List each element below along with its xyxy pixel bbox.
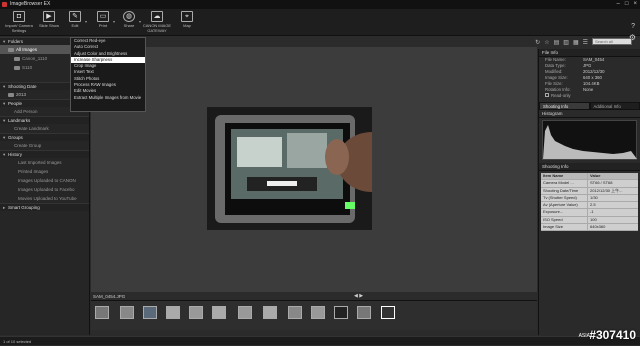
history-item[interactable]: Movies Uploaded to YouTube bbox=[0, 194, 89, 203]
list-view-icon[interactable]: ☰ bbox=[583, 39, 588, 46]
filter-icon[interactable]: ▤ bbox=[554, 39, 560, 46]
thumbnail[interactable] bbox=[288, 306, 302, 319]
camera-photo-illustration bbox=[207, 107, 372, 230]
thumbnail[interactable] bbox=[334, 306, 348, 319]
table-header: Item NameValue bbox=[541, 173, 638, 180]
help-icon[interactable]: ? bbox=[631, 23, 635, 30]
share-icon: ◍ bbox=[123, 11, 135, 22]
view-tools: ↻ ☆ ▤ ▥ ▦ ☰ bbox=[535, 39, 588, 46]
thumbnail-selected[interactable] bbox=[381, 306, 395, 319]
section-history[interactable]: ▾History bbox=[0, 150, 89, 158]
title-bar: ImageBrowser EX – □ × bbox=[0, 0, 640, 9]
histogram-graph bbox=[543, 121, 637, 159]
grid-view-icon[interactable]: ▦ bbox=[573, 39, 579, 46]
history-item[interactable]: Last Imported Images bbox=[0, 158, 89, 167]
thumbnail[interactable] bbox=[189, 306, 203, 319]
tab-shooting-info[interactable]: Shooting Info bbox=[539, 102, 590, 110]
main-toolbar: ◘Import/ Camera Settings ▶Slide Show ✎▾E… bbox=[0, 9, 640, 36]
edit-button[interactable]: ✎▾Edit bbox=[60, 11, 90, 28]
table-row: Exposure...-1 bbox=[541, 209, 638, 216]
tab-additional-info[interactable]: Additional Info bbox=[590, 102, 640, 110]
chevron-down-icon: ▾ bbox=[85, 19, 87, 24]
info-tabs: Shooting Info Additional Info bbox=[539, 102, 640, 110]
info-panel: File Info File Name:SAM_0454 Data Type:J… bbox=[538, 49, 640, 335]
slideshow-icon: ▶ bbox=[43, 11, 55, 22]
history-item[interactable]: Images Uploaded to CANON bbox=[0, 176, 89, 185]
edit-icon: ✎ bbox=[69, 11, 81, 22]
current-filename: SAM_0454.JPG bbox=[93, 294, 125, 299]
watermark: #307410 bbox=[589, 328, 636, 342]
thumbnail[interactable] bbox=[143, 306, 157, 319]
shooting-info-title: Shooting Info bbox=[539, 163, 640, 171]
nav-arrows: ◀ ▶ bbox=[354, 293, 363, 299]
shooting-info-table: Item NameValue Camera Model ...ST66 / ST… bbox=[541, 173, 638, 231]
preview-image[interactable] bbox=[207, 107, 372, 230]
print-icon: ▭ bbox=[97, 11, 109, 22]
folder-icon bbox=[8, 48, 14, 52]
table-row: Shooting Date/Time2012/12/30 上午... bbox=[541, 188, 638, 195]
create-group-button[interactable]: Create Group bbox=[0, 141, 89, 150]
file-info-title: File Info bbox=[539, 49, 640, 57]
table-row: Image Size640x360 bbox=[541, 224, 638, 231]
read-only-checkbox[interactable]: Read-only bbox=[539, 93, 640, 99]
canon-image-gateway-button[interactable]: ☁CANON iMAGE GATEWAY bbox=[142, 11, 172, 33]
histogram bbox=[542, 120, 637, 160]
trash-icon[interactable]: ▥ bbox=[563, 39, 569, 46]
app-icon bbox=[2, 2, 7, 7]
star-icon[interactable]: ☆ bbox=[544, 39, 549, 46]
section-landmarks[interactable]: ▾Landmarks bbox=[0, 116, 89, 124]
close-button[interactable]: × bbox=[633, 0, 637, 9]
table-row: Av (Aperture Value)2.5 bbox=[541, 202, 638, 209]
table-row: Tv (Shutter Speed)1/30 bbox=[541, 195, 638, 202]
rotate-icon[interactable]: ↻ bbox=[535, 39, 540, 46]
share-button[interactable]: ◍▾Share bbox=[114, 11, 144, 28]
status-bar: 1 of 10 selected bbox=[0, 336, 640, 345]
calendar-icon bbox=[8, 93, 14, 97]
import-camera-settings-button[interactable]: ◘Import/ Camera Settings bbox=[4, 11, 34, 33]
maximize-button[interactable]: □ bbox=[625, 0, 629, 9]
map-button[interactable]: ⌖Map bbox=[172, 11, 202, 28]
history-item[interactable]: Printed Images bbox=[0, 167, 89, 176]
chevron-down-icon: ▾ bbox=[139, 19, 141, 24]
create-landmark-button[interactable]: Create Landmark bbox=[0, 124, 89, 133]
thumbnail[interactable] bbox=[263, 306, 277, 319]
histogram-title: Histogram bbox=[539, 110, 640, 118]
edit-dropdown-menu: Correct Red-eye Auto Correct Adjust Colo… bbox=[70, 37, 146, 112]
search-input[interactable]: Search all bbox=[592, 38, 632, 45]
table-row: ISO Speed100 bbox=[541, 217, 638, 224]
next-arrow-icon[interactable]: ▶ bbox=[359, 293, 363, 299]
thumbnail[interactable] bbox=[166, 306, 180, 319]
prev-arrow-icon[interactable]: ◀ bbox=[354, 293, 358, 299]
thumbnail[interactable] bbox=[212, 306, 226, 319]
gateway-icon: ☁ bbox=[151, 11, 163, 22]
checkbox-icon bbox=[545, 93, 549, 97]
folder-icon bbox=[14, 57, 20, 61]
thumbnail[interactable] bbox=[95, 306, 109, 319]
folder-icon bbox=[14, 66, 20, 70]
section-smart-grouping[interactable]: ▸Smart Grouping bbox=[0, 203, 89, 211]
selection-status: 1 of 10 selected bbox=[3, 339, 31, 344]
thumbnail[interactable] bbox=[357, 306, 371, 319]
thumbnail[interactable] bbox=[311, 306, 325, 319]
thumbnail[interactable] bbox=[238, 306, 252, 319]
map-icon: ⌖ bbox=[181, 11, 193, 22]
history-item[interactable]: Images Uploaded to Facebo bbox=[0, 185, 89, 194]
thumbnail[interactable] bbox=[120, 306, 134, 319]
menu-item-extract-images[interactable]: Extract Multiple Images from Movie bbox=[71, 95, 145, 101]
section-groups[interactable]: ▾Groups bbox=[0, 133, 89, 141]
minimize-button[interactable]: – bbox=[617, 0, 620, 9]
table-row: Camera Model ...ST66 / ST68 bbox=[541, 180, 638, 187]
camera-icon: ◘ bbox=[13, 11, 25, 22]
window-title: ImageBrowser EX bbox=[10, 1, 50, 7]
